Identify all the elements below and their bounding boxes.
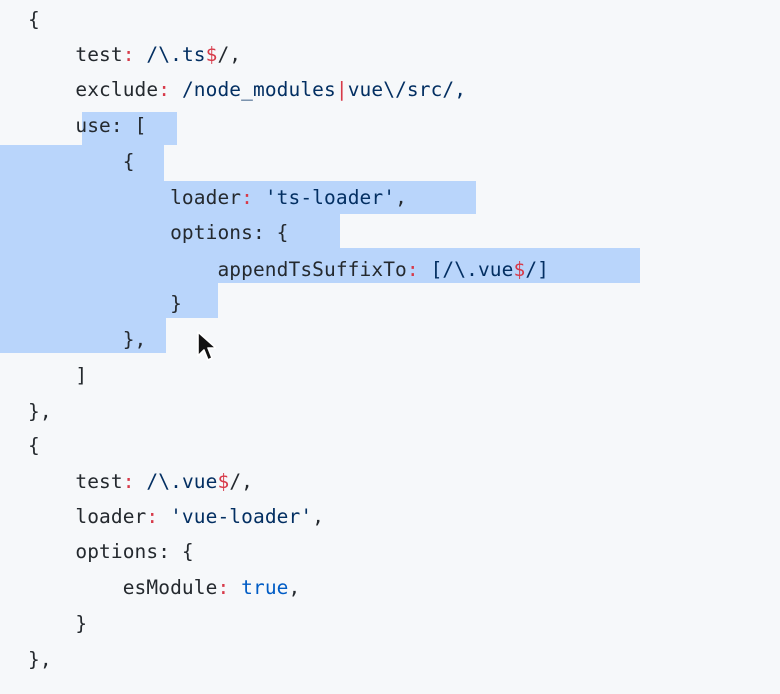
code-line: exclude: /node_modules|vue\/src/, — [28, 72, 466, 108]
code-token-key: test — [28, 43, 123, 66]
code-token-punct: /, — [229, 470, 253, 493]
code-line: options: { — [28, 534, 194, 570]
code-token-key: loader — [28, 505, 147, 528]
code-line: test: /\.ts$/, — [28, 37, 241, 73]
code-token-regexsym: : — [158, 78, 182, 101]
code-line: }, — [28, 394, 52, 430]
code-token-regex: /node_modules — [181, 78, 336, 101]
code-token-regexsym: : — [217, 576, 242, 599]
code-token-punct: { — [28, 434, 40, 457]
code-token-key: use — [28, 114, 111, 137]
code-token-punct: : { — [158, 540, 194, 563]
code-line: loader: 'ts-loader', — [28, 180, 407, 216]
code-token-punct: : [ — [110, 114, 147, 137]
code-token-regexsym: : — [146, 505, 171, 528]
code-token-regex: /\.ts — [146, 43, 206, 66]
code-token-key: options — [28, 540, 159, 563]
code-token-punct: } — [28, 292, 182, 315]
code-token-regex: /\.vue — [146, 470, 218, 493]
code-token-string: 'ts-loader' — [264, 186, 396, 209]
code-line: esModule: true, — [28, 570, 301, 606]
code-token-regexsym: : — [406, 258, 431, 281]
code-line: appendTsSuffixTo: [/\.vue$/] — [28, 252, 549, 288]
code-token-regexsym: $ — [513, 258, 526, 281]
code-line: { — [28, 428, 40, 464]
code-block[interactable]: { test: /\.ts$/, exclude: /node_modules|… — [0, 0, 780, 694]
code-line: loader: 'vue-loader', — [28, 499, 324, 535]
code-line: { — [28, 2, 40, 38]
code-token-regex: /] — [525, 258, 549, 281]
code-token-regexsym: $ — [217, 470, 230, 493]
code-token-key: loader — [28, 186, 242, 209]
code-token-punct: }, — [28, 328, 147, 351]
code-line: test: /\.vue$/, — [28, 464, 253, 500]
code-line: ] — [28, 358, 87, 394]
code-token-key: appendTsSuffixTo — [28, 258, 407, 281]
code-token-regexsym: : — [122, 470, 147, 493]
code-token-regexsym: | — [335, 78, 348, 101]
code-token-punct: }, — [28, 648, 52, 671]
code-token-string: 'vue-loader' — [170, 505, 313, 528]
code-token-bool: true — [241, 576, 289, 599]
code-line: use: [ — [28, 108, 146, 144]
code-token-punct: }, — [28, 400, 52, 423]
code-token-key: esModule — [28, 576, 218, 599]
code-token-punct: , — [288, 576, 301, 599]
code-token-regex: vue\/src/, — [347, 78, 467, 101]
code-line: }, — [28, 322, 147, 358]
code-line: } — [28, 286, 182, 322]
code-token-punct: { — [28, 150, 135, 173]
code-token-regexsym: $ — [205, 43, 218, 66]
code-token-punct: } — [28, 612, 88, 635]
code-token-regexsym: : — [241, 186, 265, 209]
code-token-key: options — [28, 221, 253, 244]
code-token-punct: : { — [252, 221, 289, 244]
code-token-punct: ] — [28, 364, 88, 387]
code-token-punct: , — [395, 186, 407, 209]
code-token-punct: /, — [217, 43, 242, 66]
code-line: }, — [28, 642, 52, 678]
code-token-regexsym: : — [122, 43, 147, 66]
code-token-punct: , — [312, 505, 325, 528]
code-line: { — [28, 144, 135, 180]
arrow-pointer-icon — [197, 331, 216, 361]
code-line: } — [28, 606, 87, 642]
code-token-regex: [/\.vue — [430, 258, 514, 281]
code-token-key: test — [28, 470, 123, 493]
code-token-key: exclude — [28, 78, 159, 101]
code-line: options: { — [28, 215, 289, 251]
code-token-punct: { — [28, 8, 40, 31]
